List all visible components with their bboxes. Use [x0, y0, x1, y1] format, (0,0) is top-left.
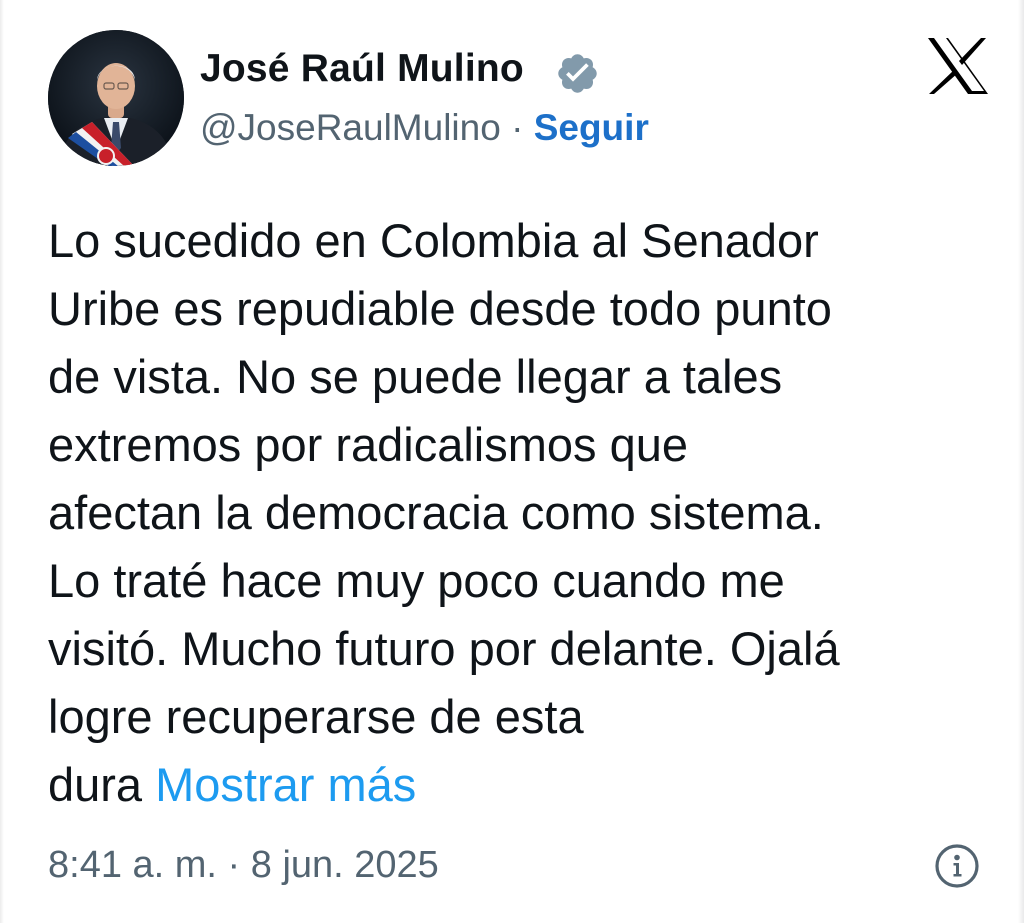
tweet-text-line: de vista. No se puede llegar a tales: [48, 350, 783, 403]
avatar[interactable]: [48, 30, 184, 166]
card-left-edge: [0, 0, 4, 923]
tweet-text-line: Lo traté hace muy poco cuando me: [48, 554, 785, 607]
author-display-name[interactable]: José Raúl Mulino: [200, 44, 524, 94]
tweet-text-last-line: dura Mostrar más: [48, 751, 998, 819]
show-more-link[interactable]: Mostrar más: [155, 758, 416, 811]
verified-badge-icon: [558, 54, 597, 93]
tweet-text-line: Uribe es repudiable desde todo punto: [48, 282, 832, 335]
handle-row: @JoseRaulMulino · Seguir: [200, 104, 649, 152]
tweet-text-line: visitó. Mucho futuro por delante. Ojalá: [48, 622, 840, 675]
info-icon[interactable]: [934, 843, 980, 889]
tweet-timestamp[interactable]: 8:41 a. m. · 8 jun. 2025: [48, 842, 439, 888]
tweet-text-line: Lo sucedido en Colombia al Senador: [48, 214, 819, 267]
tweet-text-line: logre recuperarse de esta: [48, 690, 584, 743]
tweet-text: Lo sucedido en Colombia al Senador Uribe…: [48, 207, 998, 819]
tweet-card: José Raúl Mulino @JoseRaulMulino · Segui…: [0, 0, 1024, 923]
author-handle[interactable]: @JoseRaulMulino: [200, 107, 501, 148]
handle-separator: ·: [511, 107, 524, 148]
tweet-text-line: extremos por radicalismos que: [48, 418, 688, 471]
card-right-edge: [1018, 0, 1024, 923]
tweet-text-line: afectan la democracia como sistema.: [48, 486, 824, 539]
follow-button[interactable]: Seguir: [534, 107, 649, 148]
tweet-text-line: dura: [48, 758, 143, 811]
x-logo-icon[interactable]: [926, 36, 990, 96]
